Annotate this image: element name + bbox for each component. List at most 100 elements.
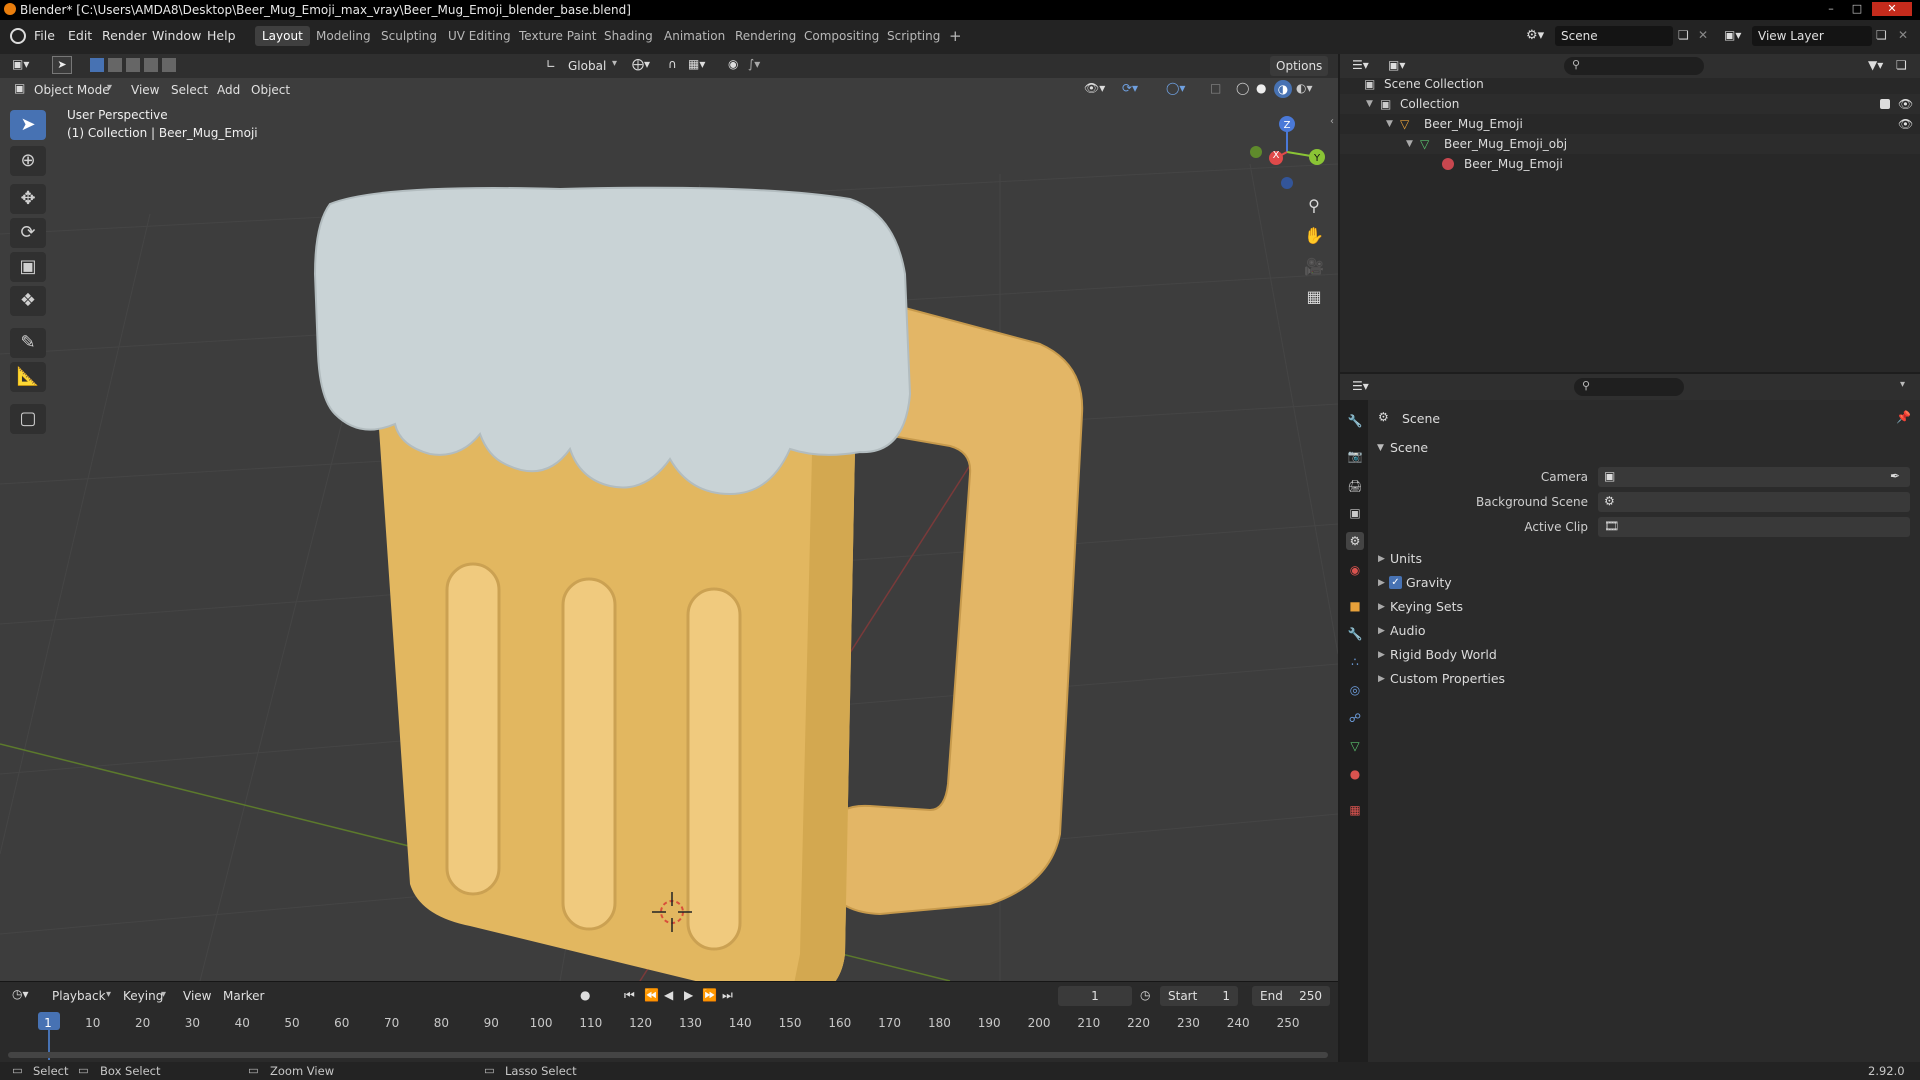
- particles-tab-icon[interactable]: ∴: [1346, 653, 1364, 671]
- physics-tab-icon[interactable]: ◎: [1346, 681, 1364, 699]
- cursor-tool[interactable]: ⊕: [10, 146, 46, 176]
- move-tool[interactable]: ✥: [10, 184, 46, 214]
- start-frame-field[interactable]: Start 1: [1160, 986, 1238, 1006]
- tab-sculpting[interactable]: Sculpting: [374, 26, 444, 46]
- record-icon[interactable]: ●: [580, 988, 590, 1002]
- scene-panel-header[interactable]: Scene: [1390, 440, 1428, 455]
- next-keyframe-icon[interactable]: ⏩: [702, 988, 717, 1002]
- tool-tab-icon[interactable]: 🔧: [1346, 412, 1364, 430]
- add-cube-tool[interactable]: ▢: [10, 404, 46, 434]
- disclosure-triangle-icon[interactable]: ▼: [1386, 114, 1393, 134]
- custom-properties-panel-header[interactable]: Custom Properties: [1390, 671, 1505, 686]
- tab-scripting[interactable]: Scripting: [880, 26, 947, 46]
- keying-sets-panel-header[interactable]: Keying Sets: [1390, 599, 1463, 614]
- menu-help[interactable]: Help: [207, 28, 236, 43]
- rotate-tool[interactable]: ⟳: [10, 218, 46, 248]
- menu-keying[interactable]: Keying: [123, 986, 163, 1006]
- new-collection-icon[interactable]: ❏: [1896, 58, 1907, 72]
- maximize-button[interactable]: □: [1846, 2, 1868, 16]
- panel-collapsed-icon[interactable]: ▶: [1378, 626, 1385, 636]
- tab-texture-paint[interactable]: Texture Paint: [512, 26, 603, 46]
- prev-keyframe-icon[interactable]: ⏪: [644, 988, 659, 1002]
- new-scene-icon[interactable]: ❏: [1678, 28, 1689, 42]
- render-tab-icon[interactable]: 📷: [1346, 447, 1364, 465]
- menu-timeline-view[interactable]: View: [183, 986, 211, 1006]
- data-tab-icon[interactable]: ▽: [1346, 737, 1364, 755]
- select-box-tool[interactable]: ➤: [10, 110, 46, 140]
- transform-tool[interactable]: ❖: [10, 286, 46, 316]
- camera-field[interactable]: ▣ ✒: [1598, 467, 1910, 487]
- eyedropper-icon[interactable]: ✒: [1890, 469, 1900, 483]
- scene-selector-icon[interactable]: ⚙▾: [1526, 28, 1544, 43]
- material-tab-icon[interactable]: ●: [1346, 765, 1364, 783]
- outliner-row-collection[interactable]: ▼ ▣ Collection 👁: [1340, 94, 1920, 114]
- outliner-row-material[interactable]: Beer_Mug_Emoji: [1340, 154, 1920, 174]
- view-layer-field[interactable]: View Layer: [1752, 26, 1872, 46]
- view-layer-tab-icon[interactable]: ▣: [1346, 504, 1364, 522]
- outliner[interactable]: ☰▾ ▣▾ ⚲ ▼▾ ❏ ▣ Scene Collection ▼ ▣ Coll…: [1340, 54, 1920, 372]
- add-workspace-icon[interactable]: +: [942, 26, 969, 46]
- background-scene-field[interactable]: ⚙: [1598, 492, 1910, 512]
- menu-window[interactable]: Window: [152, 28, 201, 43]
- world-tab-icon[interactable]: ◉: [1346, 561, 1364, 579]
- pin-icon[interactable]: 📌: [1896, 410, 1911, 424]
- pan-hand-icon[interactable]: ✋: [1302, 224, 1326, 248]
- camera-view-icon[interactable]: 🎥: [1302, 255, 1326, 279]
- current-frame-field[interactable]: 1: [1058, 986, 1132, 1006]
- timeline-editor-icon[interactable]: ◷▾: [12, 987, 29, 1001]
- properties-editor-icon[interactable]: ☰▾: [1352, 379, 1369, 393]
- exclude-checkbox-icon[interactable]: [1880, 99, 1890, 109]
- outliner-editor-icon[interactable]: ☰▾: [1352, 58, 1369, 72]
- annotate-tool[interactable]: ✎: [10, 328, 46, 358]
- output-tab-icon[interactable]: 🖨: [1346, 477, 1364, 495]
- units-panel-header[interactable]: Units: [1390, 551, 1422, 566]
- new-view-layer-icon[interactable]: ❏: [1876, 28, 1887, 42]
- properties-search-field[interactable]: [1574, 378, 1684, 396]
- tab-animation[interactable]: Animation: [657, 26, 732, 46]
- end-frame-field[interactable]: End 250: [1252, 986, 1330, 1006]
- gravity-panel-header[interactable]: Gravity: [1406, 575, 1452, 590]
- outliner-row-scene-collection[interactable]: ▣ Scene Collection: [1340, 74, 1920, 94]
- scene-name-field[interactable]: Scene: [1555, 26, 1673, 46]
- tab-modeling[interactable]: Modeling: [309, 26, 378, 46]
- view-layer-icon[interactable]: ▣▾: [1724, 28, 1741, 42]
- play-icon[interactable]: ▶: [684, 988, 693, 1002]
- sidebar-toggle-icon[interactable]: ‹: [1330, 116, 1334, 127]
- preview-range-icon[interactable]: ◷: [1140, 988, 1150, 1002]
- panel-collapsed-icon[interactable]: ▶: [1378, 650, 1385, 660]
- modifier-tab-icon[interactable]: 🔧: [1346, 625, 1364, 643]
- outliner-search-field[interactable]: [1564, 57, 1704, 75]
- minimize-button[interactable]: –: [1820, 2, 1842, 16]
- 3d-viewport[interactable]: ▣▾ ➤ ∟ Global ▾ ⨁▾ ∩ ▦▾ ◉ ∫▾ Options ▣ O…: [0, 54, 1338, 981]
- panel-expanded-icon[interactable]: ▼: [1377, 443, 1384, 453]
- gravity-checkbox[interactable]: ✓: [1389, 576, 1402, 589]
- menu-edit[interactable]: Edit: [68, 28, 92, 43]
- filter-icon[interactable]: ▼▾: [1868, 58, 1883, 72]
- active-clip-field[interactable]: 🎞: [1598, 517, 1910, 537]
- eye-icon[interactable]: 👁: [1898, 114, 1913, 134]
- outliner-row-mesh[interactable]: ▼ ▽ Beer_Mug_Emoji_obj: [1340, 134, 1920, 154]
- scene-tab-icon[interactable]: ⚙: [1346, 532, 1364, 550]
- timeline[interactable]: ◷▾ Playback ▾ Keying ▾ View Marker ● ⏮ ⏪…: [0, 981, 1338, 1068]
- menu-marker[interactable]: Marker: [223, 986, 264, 1006]
- menu-render[interactable]: Render: [102, 28, 147, 43]
- measure-tool[interactable]: 📐: [10, 362, 46, 392]
- delete-view-layer-icon[interactable]: ✕: [1898, 28, 1908, 42]
- menu-playback[interactable]: Playback: [52, 986, 106, 1006]
- rigid-body-world-panel-header[interactable]: Rigid Body World: [1390, 647, 1497, 662]
- tab-uv-editing[interactable]: UV Editing: [441, 26, 518, 46]
- timeline-scrollbar[interactable]: [8, 1052, 1328, 1058]
- blender-menu-icon[interactable]: [10, 28, 26, 44]
- jump-start-icon[interactable]: ⏮: [624, 988, 635, 1003]
- scale-tool[interactable]: ▣: [10, 252, 46, 282]
- tab-rendering[interactable]: Rendering: [728, 26, 803, 46]
- constraints-tab-icon[interactable]: ☍: [1346, 709, 1364, 727]
- menu-file[interactable]: File: [34, 28, 55, 43]
- ortho-grid-icon[interactable]: ▦: [1302, 285, 1326, 309]
- zoom-icon[interactable]: ⚲: [1302, 194, 1326, 218]
- disclosure-triangle-icon[interactable]: ▼: [1406, 134, 1413, 154]
- close-button[interactable]: ✕: [1872, 2, 1912, 16]
- outliner-row-object[interactable]: ▼ ▽ Beer_Mug_Emoji 👁: [1340, 114, 1920, 134]
- object-tab-icon[interactable]: ■: [1346, 597, 1364, 615]
- delete-scene-icon[interactable]: ✕: [1698, 28, 1708, 42]
